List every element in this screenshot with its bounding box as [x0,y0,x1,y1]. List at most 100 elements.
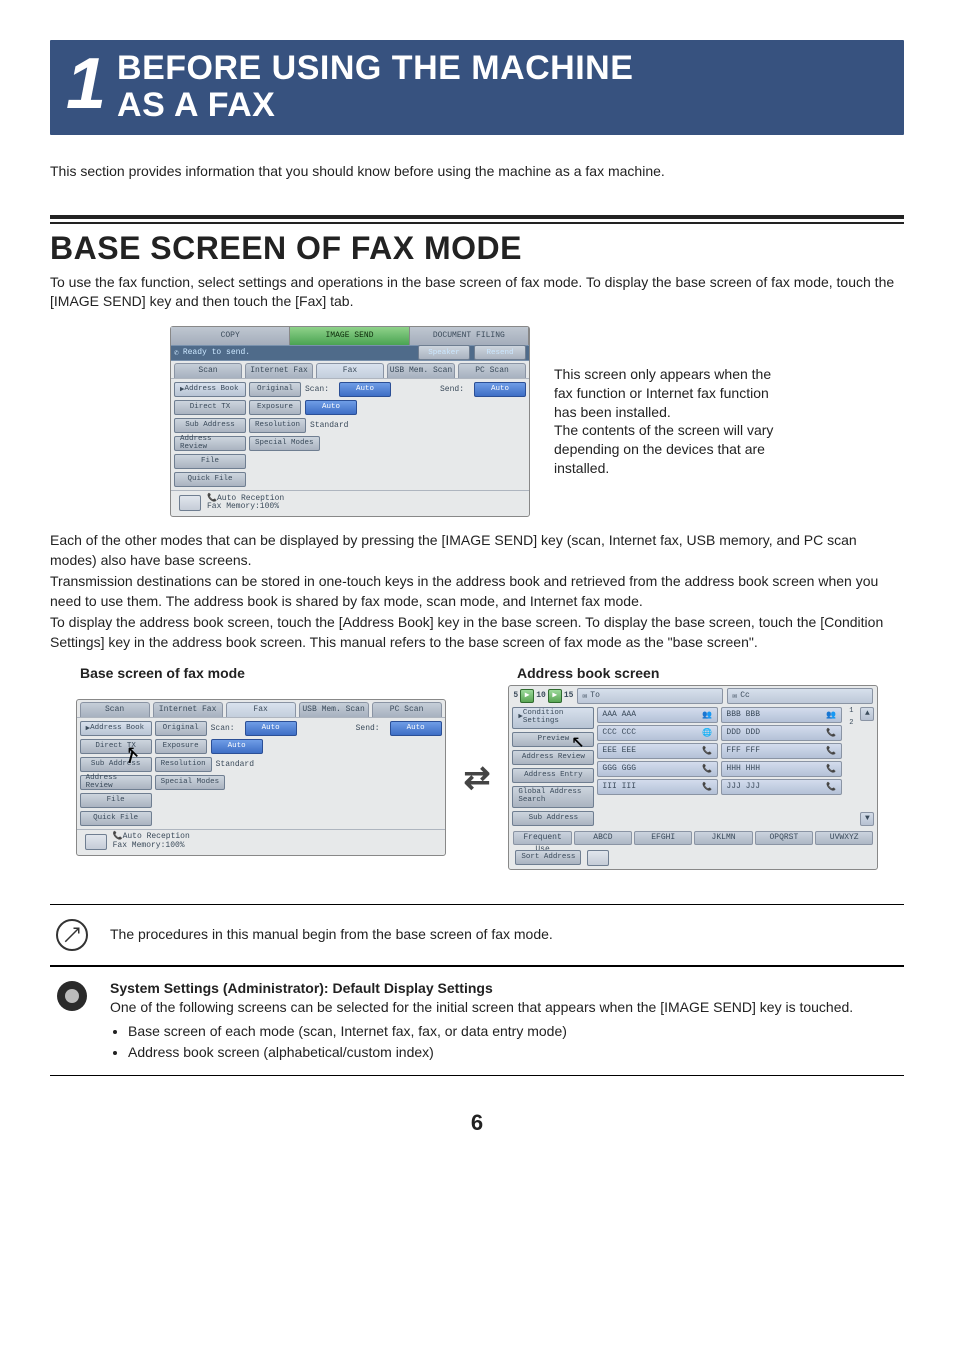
top-tab-image-send[interactable]: IMAGE SEND [290,327,409,345]
sm-mode-tab-usb[interactable]: USB Mem. Scan [299,702,369,717]
sm-scan-auto[interactable]: Auto [245,721,297,736]
ab-index-tab[interactable]: ABCD [574,831,632,845]
mode-tab-pc-scan[interactable]: PC Scan [458,363,526,378]
ab-index-tab[interactable]: OPQRST [755,831,813,845]
admin-text-block: System Settings (Administrator): Default… [110,979,853,1063]
ab-preview-icon[interactable] [587,850,609,866]
ab-entry[interactable]: AAA AAA👥 [597,707,718,723]
admin-line: One of the following screens can be sele… [110,999,853,1015]
ab-index-tab[interactable]: JKLMN [694,831,752,845]
chapter-title-line1: BEFORE USING THE MACHINE [117,50,633,87]
status-ready: Ready to send. [183,348,250,357]
sm-mode-tab-fax[interactable]: Fax [226,702,296,717]
resolution-button[interactable]: Resolution [249,418,306,433]
sm-original-button[interactable]: Original [155,721,207,736]
ab-preview-button[interactable]: Preview [512,732,594,747]
ab-page-next1[interactable]: ▶ [520,689,534,703]
sm-exposure-button[interactable]: Exposure [155,739,207,754]
group-icon: 👥 [825,710,837,720]
page-number: 6 [50,1110,904,1136]
section-title: BASE SCREEN OF FAX MODE [50,230,904,267]
address-book-figure: 5 ▶ 10 ▶ 15 ✉To ✉Cc ▶ Condition Settings… [508,685,878,870]
ab-sort-address-button[interactable]: Sort Address [515,850,581,865]
phone-icon: 📞 [825,728,837,738]
sm-resolution-value: Standard [216,760,254,769]
ab-entry[interactable]: BBB BBB👥 [721,707,842,723]
sub-address-button[interactable]: Sub Address [174,418,246,433]
ab-sub-address-button[interactable]: Sub Address [512,811,594,826]
ab-to-button[interactable]: ✉To [577,688,723,704]
ab-page-indicator: 1 2 [845,707,857,826]
chapter-title: BEFORE USING THE MACHINE AS A FAX [117,50,633,125]
sm-special-modes-button[interactable]: Special Modes [155,775,226,790]
direct-tx-button[interactable]: Direct TX [174,400,246,415]
ab-index-tab[interactable]: UVWXYZ [815,831,873,845]
top-tab-doc-filing[interactable]: DOCUMENT FILING [410,327,529,345]
ab-cc-button[interactable]: ✉Cc [727,688,873,704]
address-review-button[interactable]: Address Review [174,436,246,451]
sm-address-review-button[interactable]: Address Review [80,775,152,790]
side-note-1: This screen only appears when the fax fu… [554,365,784,422]
globe-icon: 🌐 [701,728,713,738]
ab-entry[interactable]: GGG GGG📞 [597,761,718,777]
sm-file-button[interactable]: File [80,793,152,808]
ab-condition-settings-button[interactable]: ▶ Condition Settings [512,707,594,729]
ab-entry[interactable]: FFF FFF📞 [721,743,842,759]
scan-auto-button[interactable]: Auto [339,382,391,397]
top-tab-copy[interactable]: COPY [171,327,290,345]
mode-tab-internet-fax[interactable]: Internet Fax [245,363,313,378]
ab-global-search-button[interactable]: Global Address Search [512,786,594,808]
ab-entry[interactable]: DDD DDD📞 [721,725,842,741]
quick-file-button[interactable]: Quick File [174,472,246,487]
preview-icon[interactable] [179,495,201,511]
ab-page-nav[interactable]: 5 ▶ 10 ▶ 15 [513,688,573,704]
speaker-button[interactable]: Speaker [418,345,470,360]
note-text: The procedures in this manual begin from… [110,925,898,945]
sm-exposure-auto[interactable]: Auto [211,739,263,754]
address-book-button[interactable]: ▶Address Book [174,382,246,397]
admin-heading: System Settings (Administrator): Default… [110,980,493,996]
original-button[interactable]: Original [249,382,301,397]
section-lead: To use the fax function, select settings… [50,273,904,312]
mode-tab-fax[interactable]: Fax [316,363,384,378]
exposure-button[interactable]: Exposure [249,400,301,415]
mode-tab-scan[interactable]: Scan [174,363,242,378]
phone-icon: 📞 [825,782,837,792]
mode-tab-usb-mem-scan[interactable]: USB Mem. Scan [387,363,455,378]
special-modes-button[interactable]: Special Modes [249,436,320,451]
sm-mode-tab-scan[interactable]: Scan [80,702,150,717]
ab-entry[interactable]: JJJ JJJ📞 [721,779,842,795]
sm-address-book-button[interactable]: ▶Address Book [80,721,152,736]
sm-sub-address-button[interactable]: Sub Address [80,757,152,772]
sm-quick-file-button[interactable]: Quick File [80,811,152,826]
resend-button[interactable]: Resend [474,345,526,360]
figure-side-note: This screen only appears when the fax fu… [554,365,784,478]
phone-icon: ✆ [174,348,179,358]
scroll-up-button[interactable]: ▲ [860,707,874,721]
file-button[interactable]: File [174,454,246,469]
ab-page-next2[interactable]: ▶ [548,689,562,703]
ab-entry[interactable]: CCC CCC🌐 [597,725,718,741]
sm-mode-tab-internet-fax[interactable]: Internet Fax [153,702,223,717]
ab-index-tab[interactable]: Frequent Use [513,831,571,845]
chapter-title-line2: AS A FAX [117,87,633,124]
sm-resolution-button[interactable]: Resolution [155,757,212,772]
scroll-down-button[interactable]: ▼ [860,812,874,826]
send-auto-button[interactable]: Auto [474,382,526,397]
ab-address-review-button[interactable]: Address Review [512,750,594,765]
ab-entry[interactable]: HHH HHH📞 [721,761,842,777]
ab-entry[interactable]: EEE EEE📞 [597,743,718,759]
group-icon: 👥 [701,710,713,720]
admin-gear-icon [55,979,89,1013]
admin-bullet-1: Base screen of each mode (scan, Internet… [128,1022,853,1042]
section-divider [50,215,904,224]
ab-index-tab[interactable]: EFGHI [634,831,692,845]
sm-direct-tx-button[interactable]: Direct TX [80,739,152,754]
sm-preview-icon[interactable] [85,834,107,850]
envelope-icon: ✉ [732,691,737,701]
sm-mode-tab-pc[interactable]: PC Scan [372,702,442,717]
exposure-auto-button[interactable]: Auto [305,400,357,415]
ab-entry[interactable]: III III📞 [597,779,718,795]
sm-send-auto[interactable]: Auto [390,721,442,736]
ab-address-entry-button[interactable]: Address Entry [512,768,594,783]
